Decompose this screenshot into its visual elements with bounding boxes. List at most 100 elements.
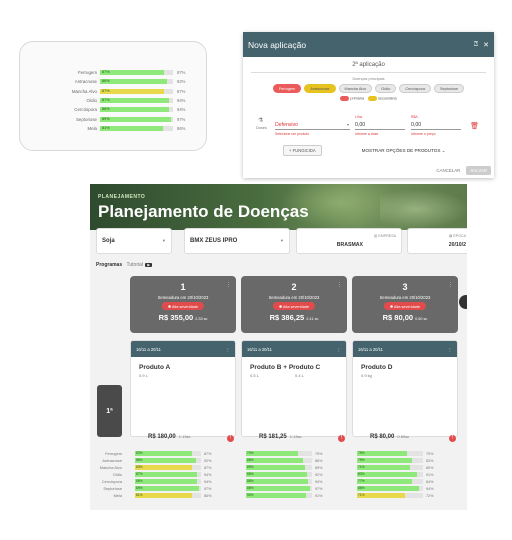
variety-select[interactable]: BMX ZEUS IPRO ▾ (184, 228, 290, 254)
application-window: 16/11 a 20/11 (247, 346, 272, 352)
disease-bar-inner-value: 83% (136, 451, 143, 456)
crop-select[interactable]: Soja ▾ (96, 228, 172, 254)
alert-icon[interactable]: ! (338, 435, 345, 442)
disease-bar-inner-value: 86% (247, 472, 254, 477)
disease-bar-track: 74% (246, 451, 312, 456)
disease-bar-track: 86% (135, 479, 201, 484)
program-card[interactable]: 1 ⋮ Semeadura em 20/10/2023 ✺ Alta severida… (130, 276, 236, 333)
disease-bar-value: 92% (177, 79, 186, 85)
disease-bar-value: 87% (177, 70, 186, 76)
flask-icon: ⚗ (258, 118, 264, 124)
application-dose: 0.9 kg (361, 373, 372, 378)
disease-bar-value: 84% (426, 479, 434, 484)
disease-bar-inner-value: 83% (136, 465, 143, 470)
disease-label: Antracnose (102, 458, 122, 463)
application-card[interactable]: 16/11 a 20/11 ⋮ Produto B + Produto C 0.5 L… (241, 340, 347, 437)
disease-bar-inner-value: 71% (358, 465, 365, 470)
disease-bar-track: 88% (246, 479, 312, 484)
disease-chip[interactable]: Antracnose (304, 84, 336, 93)
application-window-header: 16/11 a 20/11 ⋮ (131, 341, 235, 357)
add-fungicide-button[interactable]: + FUNGICIDA (283, 145, 322, 156)
product-select[interactable]: Defensivo ▾ Selecione um produto (275, 118, 350, 136)
application-window-header: 16/11 a 20/11 ⋮ (242, 341, 346, 357)
disease-bar-fill (135, 486, 200, 491)
application-product: Produto A (139, 364, 171, 371)
legend-primary-label: primária (350, 96, 365, 101)
application-total: R$ 181,25 1.13sc (259, 434, 302, 440)
disease-bar-fill (135, 451, 193, 456)
disease-bar-value: 75% (426, 451, 434, 456)
filters-row: Soja ▾ BMX ZEUS IPRO ▾ ▥ EMPRESA BRASMAX… (94, 228, 467, 256)
show-product-options-button[interactable]: MOSTRAR OPÇÕES DE PRODUTOS ⌄ (362, 148, 446, 154)
more-vert-icon[interactable]: ⋮ (226, 347, 230, 352)
disease-bar-value: 87% (177, 88, 186, 94)
disease-bar-value: 97% (204, 486, 212, 491)
disease-bar-track: 90% (246, 493, 312, 498)
trash-icon[interactable]: 🗑 (470, 122, 479, 130)
disease-bar-inner-value: 87% (136, 472, 143, 477)
doses-label: Doses (256, 126, 267, 130)
program-price-value: R$ 80,00 (382, 313, 414, 322)
more-vert-icon[interactable]: ⋮ (337, 347, 341, 352)
alert-icon[interactable]: ! (449, 435, 456, 442)
application-total: R$ 80,00 0.50sc (370, 434, 409, 440)
disease-bar-row: 86% 86% (246, 457, 322, 464)
divider (251, 72, 486, 73)
disease-bar-fill (357, 458, 412, 463)
disease-bar-row: Antracnose 86% 92% (40, 77, 185, 86)
disease-bar-column: 83% 87% 86% 92% 83% 87% 87% 94% 86% 94% 89% 97% 81% 8… (135, 450, 211, 499)
help-circle-icon[interactable]: ⍰ (474, 41, 478, 49)
severity-badge: ✺ Alta severidade (272, 302, 316, 310)
chevron-down-icon: ▾ (346, 122, 349, 127)
close-icon[interactable]: ✕ (483, 41, 489, 49)
disease-bar-row: 74% 79% (246, 450, 322, 457)
disease-chip[interactable]: Mancha Alvo (338, 84, 373, 93)
disease-bar-value: 97% (177, 116, 186, 122)
disease-label: Ferrugem (105, 451, 122, 456)
application-dose: 0.5 L (250, 373, 259, 378)
tutorial-link[interactable]: Tutorial ▶ (127, 262, 153, 268)
program-card[interactable]: 3 ⋮ Semeadura em 20/10/2023 ✺ Alta severida… (352, 276, 458, 333)
disease-label: Septoriose (76, 116, 97, 122)
disease-label: Mancha Alvo (71, 88, 97, 94)
more-vert-icon[interactable]: ⋮ (226, 282, 231, 288)
disease-bar-fill (246, 486, 311, 491)
scroll-right-button[interactable] (459, 295, 467, 309)
dose-field[interactable]: L/ha 0,00 Informe a dose (355, 115, 405, 136)
disease-bar-fill (246, 472, 307, 477)
program-card[interactable]: 2 ⋮ Semeadura em 20/10/2023 ✺ Alta severida… (241, 276, 347, 333)
disease-chip[interactable]: Cercóspora (399, 84, 431, 93)
dose-value: 0,00 (355, 122, 366, 128)
chevron-down-icon: ▾ (280, 238, 283, 243)
application-card[interactable]: 16/11 a 20/11 ⋮ Produto D 0.9 kg (352, 340, 458, 437)
disease-bar-value: 94% (204, 472, 212, 477)
sowing-date: Semeadura em 20/10/2023 (379, 295, 431, 300)
modal-title: Nova aplicação (248, 39, 307, 50)
disease-chip[interactable]: Ferrugem (272, 84, 302, 93)
disease-chip[interactable]: Septoriose (434, 84, 465, 93)
disease-bar-row: Septoriose 89% 97% (40, 114, 185, 123)
cancel-button[interactable]: CANCELAR (436, 168, 460, 173)
page-kicker: PLANEJAMENTO (98, 194, 146, 200)
more-vert-icon[interactable]: ⋮ (448, 347, 452, 352)
price-field[interactable]: R$/L 0,00 Informe o preço (411, 115, 461, 136)
disease-bar-track: 89% (246, 465, 312, 470)
disease-label: Septoriose (103, 486, 122, 491)
alert-icon[interactable]: ! (227, 435, 234, 442)
disease-bar-inner-value: 87% (102, 88, 110, 93)
show-options-label: MOSTRAR OPÇÕES DE PRODUTOS (361, 147, 441, 153)
more-vert-icon[interactable]: ⋮ (337, 282, 342, 288)
more-vert-icon[interactable]: ⋮ (448, 282, 453, 288)
application-card[interactable]: 16/11 a 20/11 ⋮ Produto A 0.9 L (130, 340, 236, 437)
company-label-text: EMPRESA (378, 234, 396, 238)
save-button[interactable]: SALVAR (466, 166, 491, 175)
chevron-down-icon: ⌄ (441, 147, 446, 153)
disease-bar-value: 97% (315, 486, 323, 491)
program-number: 1 (180, 282, 186, 292)
disease-bar-track: 77% (357, 479, 423, 484)
disease-bar-value: 87% (204, 451, 212, 456)
disease-bar-inner-value: 77% (358, 479, 365, 484)
disease-chip[interactable]: Oídio (375, 84, 397, 93)
disease-control-card: Ferrugem 87% 87% Antracnose 86% 92% Mancha Alv… (19, 41, 207, 151)
disease-label: Oídio (86, 98, 98, 104)
